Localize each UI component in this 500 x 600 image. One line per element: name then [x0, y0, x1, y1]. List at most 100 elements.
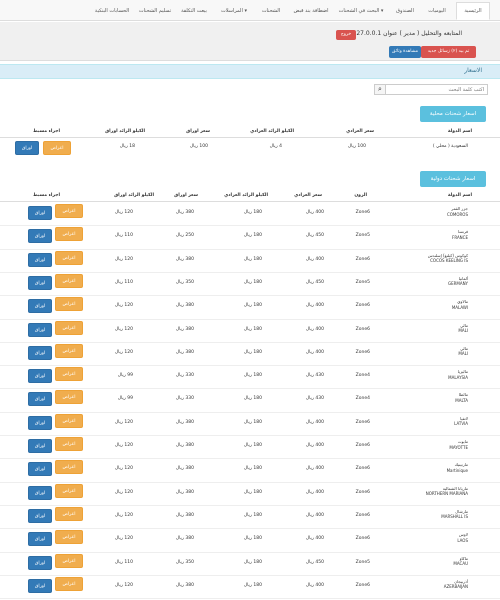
- view-documents-button[interactable]: مشاهدة وثائق: [389, 46, 421, 58]
- row-divider: [0, 575, 500, 576]
- tab-search-shipments[interactable]: البحث في الشحنات ▾: [335, 3, 387, 20]
- local-offers-button[interactable]: اعراض: [43, 141, 71, 155]
- row-divider: [0, 505, 500, 506]
- intl-papers-button[interactable]: اوراق: [28, 299, 52, 314]
- intl-country-en: Martinique: [446, 467, 468, 473]
- intl-price-paper: 380 ريال: [175, 349, 194, 355]
- intl-papers-button[interactable]: اوراق: [28, 322, 52, 337]
- intl-offers-button[interactable]: اعراض: [55, 437, 83, 451]
- intl-offers-button[interactable]: اعراض: [55, 343, 83, 358]
- intl-header-zone: الزون: [354, 193, 367, 198]
- intl-price-paper: 350 ريال: [175, 279, 194, 285]
- logout-button[interactable]: خروج: [336, 30, 356, 40]
- intl-price-paper: 330 ريال: [175, 373, 194, 379]
- intl-zone: Zone5: [355, 279, 370, 285]
- tab-shipments[interactable]: الشحنات: [256, 3, 286, 20]
- intl-papers-button[interactable]: اوراق: [28, 275, 52, 290]
- intl-zone: Zone6: [355, 582, 370, 588]
- tab-deliver-shipments[interactable]: تسليم الشحنات: [136, 3, 174, 20]
- intl-price-paper: 380 ريال: [175, 419, 194, 425]
- intl-zone: Zone6: [355, 210, 370, 215]
- intl-offers-button[interactable]: اعراض: [55, 483, 83, 498]
- top-nav: الرئيسية اليوميات الصندوق البحث في الشحن…: [0, 0, 500, 21]
- new-messages-button[interactable]: تم بيد (٢) زسائل جديد: [421, 46, 476, 58]
- intl-price-normal: 400 ريال: [305, 326, 324, 332]
- intl-papers-button[interactable]: اوراق: [28, 555, 52, 570]
- intl-extra-kg: 180 ريال: [243, 396, 262, 402]
- search-icon[interactable]: ⌕: [374, 84, 386, 95]
- intl-price-normal: 400 ريال: [305, 210, 324, 215]
- intl-country-en: MAYOTTE: [449, 444, 468, 450]
- row-divider: [0, 482, 500, 483]
- intl-papers-button[interactable]: اوراق: [28, 439, 52, 453]
- intl-extra-paper: 120 ريال: [114, 489, 133, 495]
- intl-zone: Zone6: [355, 349, 370, 355]
- intl-offers-button[interactable]: اعراض: [55, 460, 83, 475]
- intl-papers-button[interactable]: اوراق: [28, 415, 52, 430]
- intl-prices-button[interactable]: اسعار شحنات دولية: [420, 171, 486, 187]
- intl-offers-button[interactable]: اعراض: [55, 204, 83, 218]
- row-divider: [0, 225, 500, 226]
- intl-price-paper: 380 ريال: [175, 443, 194, 448]
- intl-price-normal: 430 ريال: [305, 373, 324, 379]
- intl-offers-button[interactable]: اعراض: [55, 553, 83, 568]
- intl-extra-kg: 180 ريال: [243, 233, 262, 239]
- intl-price-normal: 450 ريال: [305, 559, 324, 565]
- intl-extra-kg: 180 ريال: [243, 256, 262, 262]
- intl-offers-button[interactable]: اعراض: [55, 576, 83, 591]
- local-extra-kg: 4 ريال: [269, 144, 282, 149]
- intl-offers-button[interactable]: اعراض: [55, 250, 83, 265]
- intl-papers-button[interactable]: اوراق: [28, 578, 52, 593]
- intl-extra-kg: 180 ريال: [243, 582, 262, 588]
- intl-country-name: مالطا MALTA: [455, 392, 468, 403]
- intl-header-extra-paper: الكيلو الزائد اوراق: [114, 193, 154, 198]
- tab-correspondence[interactable]: المراسلات ▾: [215, 3, 253, 20]
- tab-bank-accounts[interactable]: الحسابات البنكية: [92, 3, 132, 20]
- intl-papers-button[interactable]: اوراق: [28, 462, 52, 477]
- intl-offers-button[interactable]: اعراض: [55, 390, 83, 405]
- intl-extra-paper: 120 ريال: [114, 326, 133, 332]
- intl-papers-button[interactable]: اوراق: [28, 532, 52, 547]
- intl-country-name: جزر القمر COMOROS: [447, 206, 468, 217]
- local-header-price-paper: سعر اوراق: [186, 129, 210, 134]
- tab-journals[interactable]: اليوميات: [422, 3, 452, 20]
- tab-cashbox[interactable]: الصندوق: [390, 3, 420, 20]
- intl-papers-button[interactable]: اوراق: [28, 252, 52, 267]
- intl-offers-button[interactable]: اعراض: [55, 320, 83, 335]
- row-divider: [0, 365, 500, 366]
- local-prices-button[interactable]: اسعار شحنات محلية: [420, 106, 486, 122]
- intl-extra-kg: 180 ريال: [243, 466, 262, 472]
- intl-country-name: ألمانيا GERMANY: [448, 276, 468, 287]
- intl-papers-button[interactable]: اوراق: [28, 229, 52, 244]
- intl-country-name: مالاوي MALAWI: [452, 299, 468, 310]
- intl-extra-kg: 180 ريال: [243, 373, 262, 379]
- search-input[interactable]: [387, 85, 487, 94]
- intl-country-en: NORTHERN MARIANA: [425, 491, 468, 497]
- intl-offers-button[interactable]: اعراض: [55, 413, 83, 428]
- intl-extra-kg: 180 ريال: [243, 419, 262, 425]
- intl-price-paper: 380 ريال: [175, 466, 194, 472]
- intl-papers-button[interactable]: اوراق: [28, 206, 52, 220]
- intl-offers-button[interactable]: اعراض: [55, 367, 83, 382]
- intl-offers-button[interactable]: اعراض: [55, 506, 83, 521]
- intl-papers-button[interactable]: اوراق: [28, 345, 52, 360]
- row-divider: [0, 319, 500, 320]
- tab-home[interactable]: الرئيسية: [456, 2, 490, 20]
- intl-country-en: FRANCE: [452, 234, 468, 240]
- intl-papers-button[interactable]: اوراق: [28, 369, 52, 384]
- tab-cost[interactable]: بيعت التكلفة: [178, 3, 210, 20]
- intl-price-paper: 350 ريال: [175, 559, 194, 565]
- intl-papers-button[interactable]: اوراق: [28, 392, 52, 407]
- intl-papers-button[interactable]: اوراق: [28, 508, 52, 523]
- intl-zone: Zone6: [355, 326, 370, 332]
- intl-extra-kg: 180 ريال: [243, 536, 262, 542]
- intl-offers-button[interactable]: اعراض: [55, 273, 83, 288]
- tab-add-receipt[interactable]: اضطافة بند قبض: [290, 3, 332, 20]
- intl-offers-button[interactable]: اعراض: [55, 297, 83, 312]
- intl-papers-button[interactable]: اوراق: [28, 485, 52, 500]
- local-papers-button[interactable]: اوراق: [15, 141, 39, 155]
- intl-offers-button[interactable]: اعراض: [55, 530, 83, 545]
- intl-country-name: مارتينيك Martinique: [447, 462, 468, 473]
- intl-extra-paper: 120 ريال: [114, 303, 133, 309]
- intl-offers-button[interactable]: اعراض: [55, 227, 83, 242]
